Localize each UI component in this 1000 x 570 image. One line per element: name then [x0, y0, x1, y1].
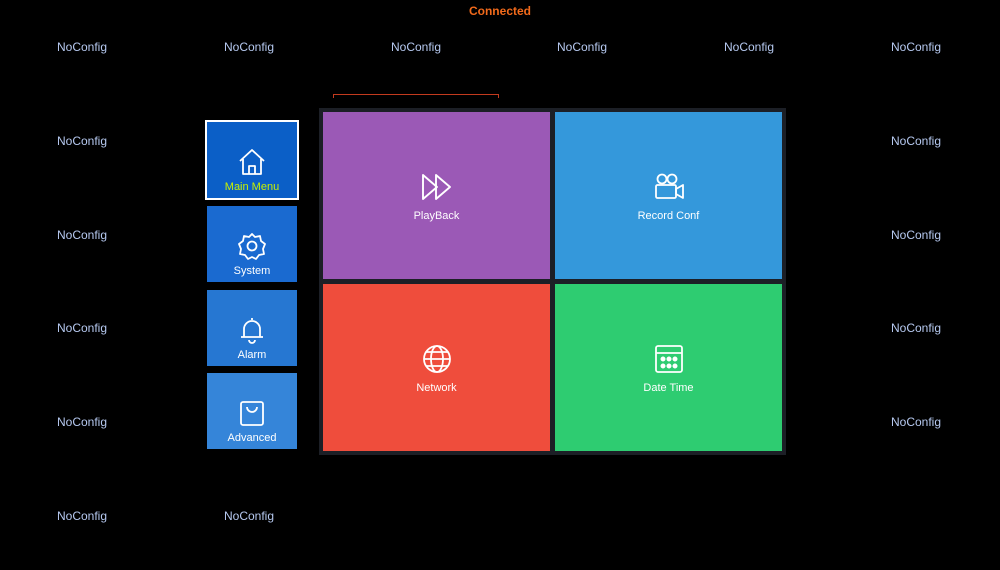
- sidebar-item-label: Advanced: [227, 432, 277, 444]
- sidebar-item-advanced[interactable]: Advanced: [207, 373, 297, 449]
- record-conf-tile[interactable]: Record Conf: [555, 112, 782, 279]
- channel-label: NoConfig: [390, 40, 442, 54]
- sidebar-item-label: Main Menu: [224, 181, 280, 193]
- bag-icon: [237, 398, 267, 428]
- sidebar-item-label: Alarm: [237, 349, 267, 361]
- fast-forward-icon: [420, 170, 454, 204]
- menu-grid: PlayBack Record Conf Network Date Time: [319, 108, 786, 455]
- connection-status: Connected: [468, 4, 531, 18]
- playback-tile[interactable]: PlayBack: [323, 112, 550, 279]
- channel-label: NoConfig: [56, 509, 108, 523]
- sidebar-item-label: System: [233, 265, 271, 277]
- sidebar-item-alarm[interactable]: Alarm: [207, 290, 297, 366]
- gear-icon: [237, 231, 267, 261]
- network-tile[interactable]: Network: [323, 284, 550, 451]
- tile-label: Network: [416, 381, 457, 394]
- sidebar-item-system[interactable]: System: [207, 206, 297, 282]
- channel-label: NoConfig: [56, 40, 108, 54]
- channel-label: NoConfig: [890, 40, 942, 54]
- channel-label: NoConfig: [723, 40, 775, 54]
- channel-label: NoConfig: [890, 134, 942, 148]
- home-icon: [237, 147, 267, 177]
- channel-label: NoConfig: [223, 509, 275, 523]
- video-camera-icon: [652, 170, 686, 204]
- channel-label: NoConfig: [890, 415, 942, 429]
- channel-label: NoConfig: [890, 321, 942, 335]
- tile-label: Record Conf: [637, 209, 700, 222]
- channel-label: NoConfig: [56, 228, 108, 242]
- sidebar-item-main-menu[interactable]: Main Menu: [205, 120, 299, 200]
- tile-label: PlayBack: [413, 209, 460, 222]
- calendar-icon: [652, 342, 686, 376]
- globe-icon: [420, 342, 454, 376]
- tab-indicator: [333, 94, 499, 98]
- channel-label: NoConfig: [890, 228, 942, 242]
- tile-label: Date Time: [643, 381, 694, 394]
- date-time-tile[interactable]: Date Time: [555, 284, 782, 451]
- channel-label: NoConfig: [56, 321, 108, 335]
- bell-icon: [237, 315, 267, 345]
- channel-label: NoConfig: [556, 40, 608, 54]
- channel-label: NoConfig: [56, 415, 108, 429]
- channel-label: NoConfig: [56, 134, 108, 148]
- channel-label: NoConfig: [223, 40, 275, 54]
